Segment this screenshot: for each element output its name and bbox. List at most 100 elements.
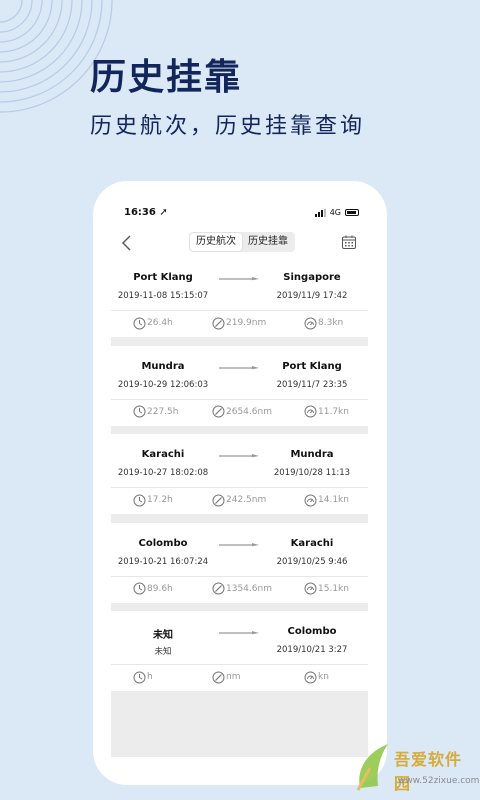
voyage-list: Port Klang Singapore 2019-11-08 15:15:07… <box>111 257 368 757</box>
speed-value: 14.1kn <box>318 495 349 505</box>
departure-time: 2019-10-27 18:02:08 <box>117 468 209 478</box>
tab-history-voyages[interactable]: 历史航次 <box>190 233 242 251</box>
arrival-port: Mundra <box>290 449 334 460</box>
distance-stat: 219.9nm <box>212 313 266 333</box>
clock-icon <box>133 405 146 418</box>
watermark-url: www.52zixue.com <box>398 776 480 786</box>
route-arrow-icon <box>219 454 259 458</box>
departure-time: 2019-10-29 12:06:03 <box>117 379 209 390</box>
speedometer-icon <box>304 494 317 506</box>
speed-value: kn <box>318 672 329 682</box>
departure-time: 2019-10-21 16:07:24 <box>117 556 209 567</box>
tab-history-port-calls[interactable]: 历史挂靠 <box>242 233 294 251</box>
divider <box>111 310 368 311</box>
departure-time: 2019-11-08 15:15:07 <box>117 291 209 301</box>
route-arrow-icon <box>219 631 259 635</box>
divider <box>111 487 368 488</box>
duration-value: 17.2h <box>147 495 173 505</box>
arrival-port: Port Klang <box>282 360 342 372</box>
distance-stat: 1354.6nm <box>212 579 272 599</box>
divider <box>111 664 368 665</box>
duration-stat: 17.2h <box>133 490 173 510</box>
distance-icon <box>212 671 225 683</box>
phone-frame: 16:36 ➚ 4G 历史航次 历史挂靠 Port Klang Singapor… <box>93 181 387 785</box>
status-time: 16:36 ➚ <box>124 207 168 218</box>
speed-stat: kn <box>304 667 329 687</box>
clock-icon <box>133 582 146 595</box>
departure-port: Mundra <box>141 360 185 372</box>
status-indicators: 4G <box>314 208 359 217</box>
duration-value: 89.6h <box>147 583 173 594</box>
divider <box>111 398 368 400</box>
speed-value: 8.3kn <box>318 318 344 328</box>
speed-stat: 15.1kn <box>304 579 349 599</box>
voyage-card[interactable]: Mundra Port Klang 2019-10-29 12:06:03 20… <box>111 345 368 426</box>
speed-value: 15.1kn <box>318 583 349 594</box>
distance-value: 219.9nm <box>226 318 267 328</box>
duration-value: 227.5h <box>147 406 179 417</box>
page-subtitle: 历史航次，历史挂靠查询 <box>90 114 366 139</box>
network-label: 4G <box>329 208 341 217</box>
speed-value: 11.7kn <box>318 406 349 417</box>
chevron-left-icon[interactable] <box>119 234 135 252</box>
duration-stat: 26.4h <box>133 313 173 333</box>
distance-value: nm <box>226 672 241 682</box>
status-bar: 16:36 ➚ 4G <box>93 181 387 221</box>
clock-icon <box>133 494 146 506</box>
arrival-time: 2019/10/28 11:13 <box>273 468 351 478</box>
page-title: 历史挂靠 <box>90 57 243 98</box>
nav-bar: 历史航次 历史挂靠 <box>93 229 387 257</box>
distance-icon <box>212 494 225 506</box>
distance-icon <box>212 405 225 418</box>
arrival-port: Singapore <box>283 272 341 283</box>
duration-stat: h <box>133 667 153 687</box>
distance-icon <box>212 582 225 595</box>
duration-stat: 89.6h <box>133 579 173 599</box>
speed-stat: 11.7kn <box>304 402 349 422</box>
departure-port: 未知 <box>153 630 173 641</box>
arrival-time: 2019/11/7 23:35 <box>276 379 348 390</box>
speed-stat: 14.1kn <box>304 490 349 510</box>
clock-icon <box>133 317 146 329</box>
watermark-text: 吾爱软件园 <box>394 750 463 793</box>
distance-stat: 242.5nm <box>212 490 266 510</box>
departure-time: 未知 <box>154 647 172 657</box>
distance-value: 2654.6nm <box>226 406 272 417</box>
arrival-time: 2019/10/21 3:27 <box>276 645 348 655</box>
departure-port: Colombo <box>138 537 188 549</box>
battery-icon <box>345 209 359 216</box>
segmented-control: 历史航次 历史挂靠 <box>189 232 295 252</box>
distance-value: 1354.6nm <box>226 583 272 594</box>
route-arrow-icon <box>219 542 259 546</box>
clock-icon <box>133 671 146 683</box>
watermark-logo-icon <box>356 744 388 791</box>
voyage-card[interactable]: Port Klang Singapore 2019-11-08 15:15:07… <box>111 257 368 337</box>
distance-stat: nm <box>212 667 240 687</box>
distance-icon <box>212 317 225 329</box>
voyage-card[interactable]: Karachi Mundra 2019-10-27 18:02:08 2019/… <box>111 434 368 514</box>
voyage-card[interactable]: 未知 Colombo 未知 2019/10/21 3:27 h nm kn <box>111 611 368 691</box>
arrival-port: Colombo <box>287 626 337 637</box>
speedometer-icon <box>304 405 317 418</box>
speedometer-icon <box>304 317 317 329</box>
duration-value: h <box>147 672 153 682</box>
duration-stat: 227.5h <box>133 402 178 422</box>
watermark: 吾爱软件园 www.52zixue.com <box>346 738 480 798</box>
speedometer-icon <box>304 582 317 595</box>
calendar-icon[interactable] <box>341 234 357 250</box>
arrival-port: Karachi <box>290 537 334 549</box>
duration-value: 26.4h <box>147 318 173 328</box>
distance-stat: 2654.6nm <box>212 402 272 422</box>
route-arrow-icon <box>219 277 259 281</box>
speed-stat: 8.3kn <box>304 313 343 333</box>
arrival-time: 2019/11/9 17:42 <box>276 291 348 301</box>
divider <box>111 575 368 577</box>
departure-port: Karachi <box>141 449 185 460</box>
arrival-time: 2019/10/25 9:46 <box>276 556 348 567</box>
departure-port: Port Klang <box>133 272 193 283</box>
route-arrow-icon <box>219 365 259 369</box>
voyage-card[interactable]: Colombo Karachi 2019-10-21 16:07:24 2019… <box>111 522 368 603</box>
distance-value: 242.5nm <box>226 495 267 505</box>
signal-icon <box>314 208 326 217</box>
speedometer-icon <box>304 671 317 683</box>
